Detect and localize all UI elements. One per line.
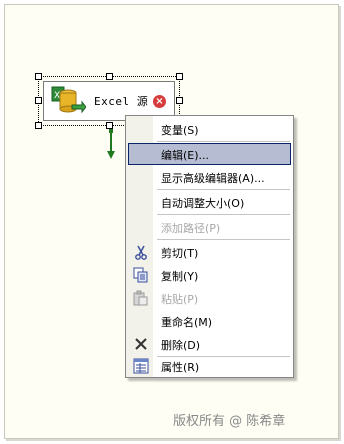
menu-item-advanced-editor[interactable]: 显示高级编辑器(A)... [128, 166, 291, 188]
menu-separator [157, 189, 290, 190]
menu-item-label: 复制(Y) [161, 270, 199, 283]
menu-item-label: 重命名(M) [161, 316, 213, 329]
menu-item-cut[interactable]: 剪切(T) [128, 241, 291, 263]
menu-item-variables[interactable]: 变量(S) [128, 118, 291, 140]
resize-handle-nw[interactable] [35, 73, 42, 80]
resize-handle-sw[interactable] [35, 122, 42, 129]
menu-item-label: 添加路径(P) [161, 222, 221, 235]
svg-text:X: X [54, 91, 60, 101]
menu-item-label: 剪切(T) [161, 247, 199, 260]
excel-source-icon: X [50, 85, 87, 117]
copy-icon [133, 267, 149, 283]
menu-item-properties[interactable]: 属性(R) [128, 355, 291, 377]
menu-item-autosize[interactable]: 自动调整大小(O) [128, 191, 291, 213]
data-flow-path-arrow[interactable] [107, 129, 115, 161]
menu-item-label: 删除(D) [161, 339, 201, 352]
menu-item-label: 自动调整大小(O) [161, 197, 245, 210]
scissors-icon [133, 244, 149, 260]
delete-icon [133, 336, 149, 352]
resize-handle-n[interactable] [106, 73, 113, 80]
component-label: Excel 源 [94, 95, 149, 108]
menu-item-label: 显示高级编辑器(A)... [161, 172, 265, 185]
menu-item-label: 属性(R) [161, 361, 200, 374]
properties-icon [133, 358, 149, 374]
design-canvas[interactable]: X Excel 源 × 变量(S) 编辑(E)... 显示高级编辑器(A)...… [4, 4, 339, 439]
resize-handle-w[interactable] [35, 97, 42, 104]
menu-item-copy[interactable]: 复制(Y) [128, 264, 291, 286]
error-icon: × [153, 95, 166, 108]
menu-separator [157, 141, 290, 142]
resize-handle-s[interactable] [106, 122, 113, 129]
menu-item-delete[interactable]: 删除(D) [128, 333, 291, 355]
context-menu: 变量(S) 编辑(E)... 显示高级编辑器(A)... 自动调整大小(O) 添… [125, 115, 294, 378]
resize-handle-ne[interactable] [176, 73, 183, 80]
menu-item-label: 变量(S) [161, 124, 199, 137]
menu-separator [157, 214, 290, 215]
menu-item-label: 编辑(E)... [161, 149, 210, 162]
menu-item-paste[interactable]: 粘贴(P) [128, 287, 291, 309]
menu-item-label: 粘贴(P) [161, 293, 199, 306]
paste-icon [133, 290, 149, 306]
menu-item-add-path[interactable]: 添加路径(P) [128, 216, 291, 238]
menu-item-rename[interactable]: 重命名(M) [128, 310, 291, 332]
resize-handle-e[interactable] [176, 97, 183, 104]
menu-item-edit[interactable]: 编辑(E)... [128, 143, 291, 165]
copyright-watermark: 版权所有 @ 陈希章 [173, 414, 286, 429]
menu-separator [157, 239, 290, 240]
